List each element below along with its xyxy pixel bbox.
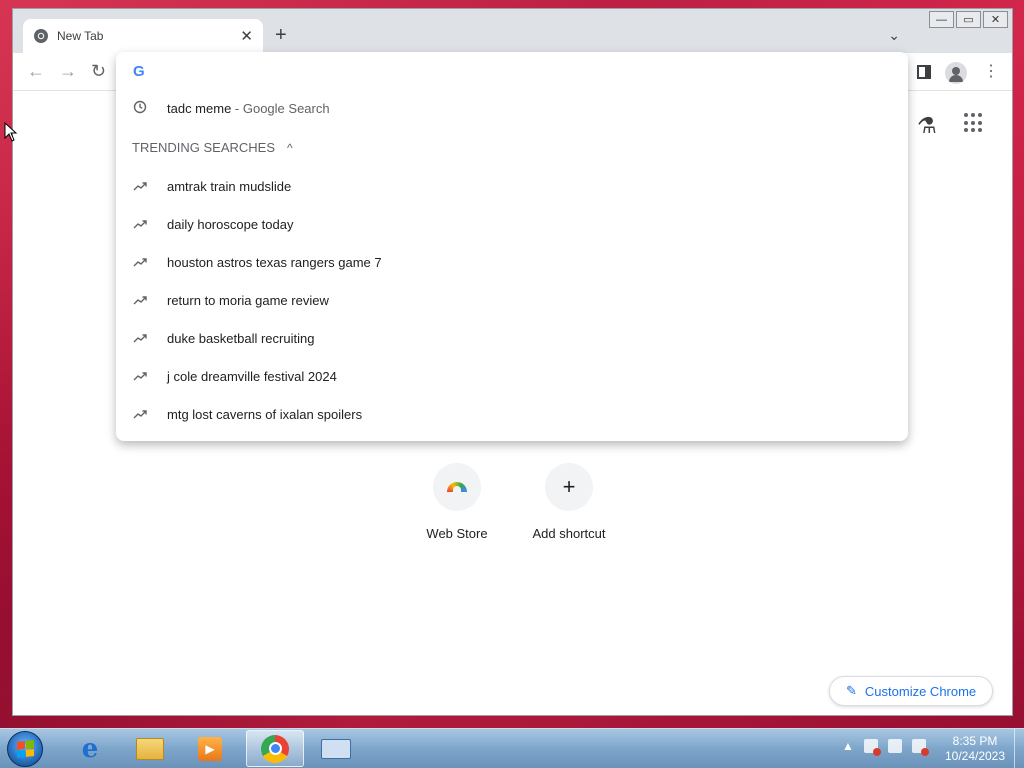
clock[interactable]: 8:35 PM 10/24/2023 bbox=[940, 734, 1010, 764]
omnibox-dropdown: G tadc meme - Google Search TRENDING SEA… bbox=[116, 52, 908, 441]
suggestion-trending[interactable]: houston astros texas rangers game 7 bbox=[116, 243, 908, 281]
shortcut-label: Add shortcut bbox=[532, 526, 606, 541]
suggestion-text: return to moria game review bbox=[167, 292, 329, 308]
suggestion-trending[interactable]: amtrak train mudslide bbox=[116, 167, 908, 205]
trending-header: TRENDING SEARCHES ^ bbox=[132, 140, 293, 155]
chrome-favicon-icon bbox=[34, 29, 48, 43]
taskbar-internet-explorer[interactable]: e bbox=[61, 730, 119, 767]
suggestion-trending[interactable]: return to moria game review bbox=[116, 281, 908, 319]
shortcut-web-store[interactable]: Web Store bbox=[412, 463, 502, 541]
google-g-icon: G bbox=[133, 63, 145, 80]
history-query: tadc meme bbox=[167, 100, 232, 116]
suggestion-trending[interactable]: daily horoscope today bbox=[116, 205, 908, 243]
back-button[interactable]: ← bbox=[27, 62, 45, 80]
suggestion-text: mtg lost caverns of ixalan spoilers bbox=[167, 406, 363, 422]
network-icon[interactable] bbox=[887, 739, 902, 753]
customize-chrome-button[interactable]: ✎ Customize Chrome bbox=[829, 676, 994, 706]
show-hidden-icons-button[interactable]: ▲ bbox=[842, 739, 854, 753]
action-center-icon[interactable] bbox=[863, 739, 881, 756]
show-desktop-button[interactable] bbox=[1014, 729, 1024, 768]
trend-icon bbox=[132, 293, 148, 308]
suggestion-text: amtrak train mudslide bbox=[167, 178, 292, 194]
suggestion-trending[interactable]: mtg lost caverns of ixalan spoilers bbox=[116, 395, 908, 433]
taskbar-file-explorer[interactable] bbox=[121, 730, 179, 767]
clock-time: 8:35 PM bbox=[952, 734, 998, 748]
plus-icon: + bbox=[545, 463, 593, 511]
windows-logo-icon bbox=[17, 740, 34, 758]
close-tab-icon[interactable]: ✕ bbox=[240, 27, 253, 45]
tab-new-tab[interactable]: New Tab ✕ bbox=[23, 19, 263, 53]
window-controls: — ▭ ✕ bbox=[929, 11, 1008, 28]
tab-search-icon[interactable]: ⌄ bbox=[888, 27, 900, 44]
system-tray: ▲ bbox=[842, 739, 929, 756]
labs-flask-icon[interactable]: ⚗ bbox=[917, 113, 937, 139]
trending-title: TRENDING SEARCHES bbox=[132, 140, 276, 155]
trend-icon bbox=[132, 369, 148, 384]
tab-title: New Tab bbox=[57, 29, 104, 43]
trend-icon bbox=[132, 255, 148, 270]
mouse-cursor-icon bbox=[4, 122, 18, 142]
new-tab-button[interactable]: + bbox=[275, 25, 287, 45]
taskbar-chrome[interactable] bbox=[246, 730, 304, 767]
pencil-icon: ✎ bbox=[846, 683, 857, 698]
side-panel-icon[interactable] bbox=[917, 65, 931, 79]
trend-icon bbox=[132, 217, 148, 232]
minimize-button[interactable]: — bbox=[929, 11, 954, 28]
folder-icon bbox=[136, 737, 164, 760]
trend-icon bbox=[132, 331, 148, 346]
taskbar: e ▶ ▲ 8:35 PM 10/24/2023 bbox=[0, 728, 1024, 768]
suggestion-text: j cole dreamville festival 2024 bbox=[167, 368, 337, 384]
suggestion-text: daily horoscope today bbox=[167, 216, 294, 232]
menu-kebab-icon[interactable]: ⋮ bbox=[983, 61, 999, 81]
suggestion-text: tadc meme - Google Search bbox=[167, 101, 330, 116]
suggestion-text: houston astros texas rangers game 7 bbox=[167, 254, 382, 270]
media-player-icon: ▶ bbox=[198, 736, 222, 761]
suggestion-trending[interactable]: duke basketball recruiting bbox=[116, 319, 908, 357]
trend-icon bbox=[132, 179, 148, 194]
chrome-icon bbox=[261, 734, 289, 763]
reload-button[interactable]: ↻ bbox=[91, 62, 106, 80]
taskbar-on-screen-keyboard[interactable] bbox=[307, 730, 365, 767]
chevron-up-icon[interactable]: ^ bbox=[287, 141, 293, 155]
close-window-button[interactable]: ✕ bbox=[983, 11, 1008, 28]
keyboard-icon bbox=[321, 738, 351, 759]
history-suffix: - Google Search bbox=[231, 100, 330, 116]
internet-explorer-icon: e bbox=[81, 733, 99, 764]
start-button[interactable] bbox=[7, 731, 43, 767]
shortcut-label: Web Store bbox=[426, 526, 488, 541]
omnibox-input[interactable]: G bbox=[116, 52, 908, 90]
restore-button[interactable]: ▭ bbox=[956, 11, 981, 28]
taskbar-media-player[interactable]: ▶ bbox=[181, 730, 239, 767]
clock-icon bbox=[132, 100, 148, 117]
suggestion-trending[interactable]: j cole dreamville festival 2024 bbox=[116, 357, 908, 395]
trend-icon bbox=[132, 407, 148, 422]
clock-date: 10/24/2023 bbox=[944, 749, 1006, 763]
suggestion-text: duke basketball recruiting bbox=[167, 330, 315, 346]
customize-label: Customize Chrome bbox=[864, 683, 977, 699]
shortcut-add[interactable]: + Add shortcut bbox=[524, 463, 614, 541]
profile-avatar-icon[interactable] bbox=[945, 62, 967, 84]
apps-grid-icon[interactable] bbox=[964, 113, 984, 133]
web-store-icon bbox=[433, 463, 481, 511]
volume-muted-icon[interactable] bbox=[911, 739, 929, 756]
forward-button[interactable]: → bbox=[59, 62, 77, 80]
suggestion-history[interactable]: tadc meme - Google Search bbox=[116, 89, 908, 127]
